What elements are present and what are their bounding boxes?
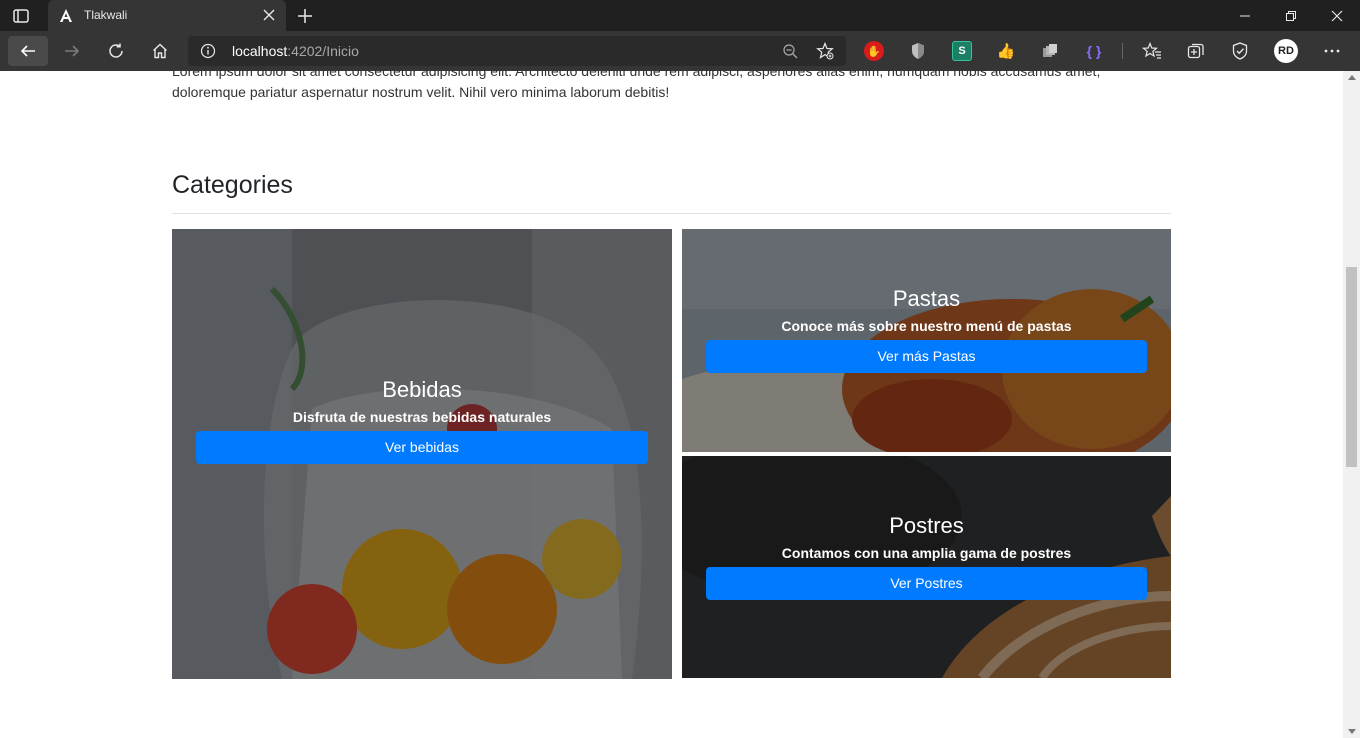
more-options-icon[interactable] — [1322, 41, 1342, 61]
pastas-card: Pastas Conoce más sobre nuestro menú de … — [682, 229, 1171, 452]
new-tab-icon[interactable] — [296, 7, 314, 25]
stack-extension-icon[interactable] — [1040, 41, 1060, 61]
close-tab-icon[interactable] — [262, 8, 276, 22]
postres-card-content: Postres Contamos con una amplia gama de … — [706, 513, 1147, 600]
url-text[interactable]: localhost:4202/Inicio — [232, 43, 359, 59]
close-window-button[interactable] — [1314, 0, 1360, 31]
bebidas-card-content: Bebidas Disfruta de nuestras bebidas nat… — [196, 377, 648, 464]
ver-mas-pastas-button[interactable]: Ver más Pastas — [706, 340, 1147, 373]
home-icon — [153, 43, 167, 59]
s-extension-icon[interactable]: S — [952, 41, 972, 61]
intro-paragraph: Lorem ipsum dolor sit amet consectetur a… — [172, 71, 1101, 100]
restore-button[interactable] — [1268, 0, 1314, 31]
add-favorite-icon[interactable] — [816, 42, 834, 60]
adblock-icon[interactable]: ✋ — [864, 41, 884, 61]
url-host: localhost — [232, 43, 288, 59]
zoom-out-icon[interactable] — [782, 43, 798, 59]
bebidas-title: Bebidas — [382, 377, 462, 402]
postres-title: Postres — [889, 513, 964, 538]
page-scrollbar[interactable] — [1343, 71, 1360, 738]
collections-icon[interactable] — [1186, 41, 1206, 61]
bebidas-subtitle: Disfruta de nuestras bebidas naturales — [292, 409, 552, 425]
pastas-subtitle: Conoce más sobre nuestro menú de pastas — [781, 318, 1072, 334]
profile-avatar[interactable]: RD — [1274, 39, 1298, 63]
postres-card: Postres Contamos con una amplia gama de … — [682, 456, 1171, 678]
minimize-icon — [1240, 15, 1250, 16]
address-bar[interactable]: localhost:4202/Inicio — [188, 36, 846, 66]
tab-actions-icon[interactable] — [12, 7, 30, 25]
categories-heading: Categories — [172, 171, 293, 199]
restore-icon — [1286, 10, 1296, 21]
postres-subtitle: Contamos con una amplia gama de postres — [781, 545, 1072, 561]
home-button[interactable] — [140, 36, 180, 66]
scrollbar-thumb[interactable] — [1346, 267, 1357, 467]
refresh-icon — [109, 43, 123, 58]
refresh-button[interactable] — [96, 36, 136, 66]
categories-divider — [172, 213, 1171, 214]
bebidas-card: Bebidas Disfruta de nuestras bebidas nat… — [172, 229, 672, 679]
active-tab[interactable]: Tlakwali — [48, 0, 286, 31]
favorites-icon[interactable] — [1142, 41, 1162, 61]
back-button[interactable] — [8, 36, 48, 66]
url-path: :4202/Inicio — [287, 43, 359, 59]
page-viewport: Lorem ipsum dolor sit amet consectetur a… — [0, 71, 1343, 738]
tab-bar: Tlakwali — [0, 0, 1360, 31]
close-window-icon — [1331, 10, 1343, 21]
ver-postres-button[interactable]: Ver Postres — [706, 567, 1147, 600]
tab-title: Tlakwali — [84, 8, 128, 22]
scroll-up-arrow-icon[interactable] — [1348, 75, 1356, 80]
browser-essentials-icon[interactable] — [1230, 41, 1250, 61]
braces-extension-icon[interactable]: { } — [1084, 41, 1104, 61]
ver-bebidas-button[interactable]: Ver bebidas — [196, 431, 648, 464]
shield-extension-icon[interactable] — [908, 41, 928, 61]
scroll-down-arrow-icon[interactable] — [1348, 729, 1356, 734]
forward-arrow-icon — [65, 45, 80, 57]
angular-favicon-icon — [60, 9, 72, 22]
back-arrow-icon — [20, 45, 35, 57]
thumb-extension-icon[interactable]: 👍 — [996, 41, 1016, 61]
toolbar-divider — [1122, 43, 1123, 59]
forward-button[interactable] — [52, 36, 92, 66]
site-info-icon[interactable] — [200, 43, 216, 59]
minimize-button[interactable] — [1222, 0, 1268, 31]
pastas-card-content: Pastas Conoce más sobre nuestro menú de … — [706, 286, 1147, 373]
pastas-title: Pastas — [892, 286, 961, 311]
